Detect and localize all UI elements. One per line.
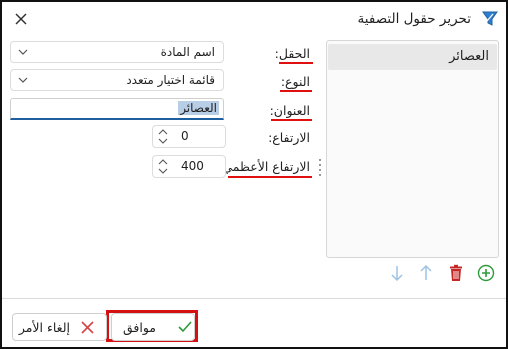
type-label: النوع: <box>280 74 310 89</box>
cancel-button[interactable]: إلغاء الأمر <box>12 313 107 341</box>
move-up-button[interactable] <box>416 263 436 283</box>
ok-button[interactable]: موافق <box>111 313 195 341</box>
check-icon <box>178 321 192 333</box>
ok-button-label: موافق <box>122 320 156 335</box>
max-height-label: الارتفاع الأعظمي: <box>218 159 310 174</box>
delete-button[interactable] <box>446 263 466 283</box>
close-icon <box>81 321 94 334</box>
field-label: الحقل: <box>274 46 310 61</box>
filter-icon <box>482 11 498 26</box>
chevron-down-icon <box>18 49 28 55</box>
title-label-underline <box>271 119 312 121</box>
title-input[interactable]: العصائر <box>10 98 224 120</box>
trash-icon <box>450 264 462 281</box>
dialog-title: تحرير حقول التصفية <box>357 11 471 27</box>
chevron-down-icon <box>18 77 28 83</box>
title-label: العنوان: <box>269 103 310 118</box>
field-dropdown[interactable]: اسم المادة <box>10 41 224 63</box>
max-height-spinner[interactable]: 400 <box>152 155 226 178</box>
dialog-window: تحرير حقول التصفية العصائر الحقل: اسم ال… <box>0 0 508 349</box>
list-item[interactable]: العصائر <box>328 44 497 70</box>
close-button[interactable] <box>10 8 32 30</box>
height-label: الارتفاع: <box>268 130 310 145</box>
add-icon <box>477 264 495 282</box>
arrow-up-icon <box>420 264 432 280</box>
max-height-value: 400 <box>181 159 204 173</box>
close-icon <box>15 13 27 25</box>
spinner-arrows-icon <box>158 129 168 144</box>
type-dropdown[interactable]: قائمة اختيار متعدد <box>10 69 224 91</box>
arrow-down-icon <box>391 266 403 282</box>
spinner-arrows-icon <box>158 159 168 174</box>
title-input-value: العصائر <box>178 101 219 115</box>
footer-divider <box>2 298 506 299</box>
splitter-handle[interactable] <box>318 157 322 179</box>
field-dropdown-value: اسم المادة <box>160 45 215 59</box>
add-button[interactable] <box>476 263 496 283</box>
height-spinner[interactable]: 0 <box>152 125 226 148</box>
height-value: 0 <box>181 129 189 143</box>
cancel-button-label: إلغاء الأمر <box>18 320 70 335</box>
type-label-underline <box>280 90 312 92</box>
move-down-button[interactable] <box>387 263 407 283</box>
field-label-underline <box>279 62 313 64</box>
max-height-label-underline <box>228 176 312 178</box>
filter-fields-list[interactable]: العصائر <box>326 40 499 258</box>
type-dropdown-value: قائمة اختيار متعدد <box>126 73 215 87</box>
